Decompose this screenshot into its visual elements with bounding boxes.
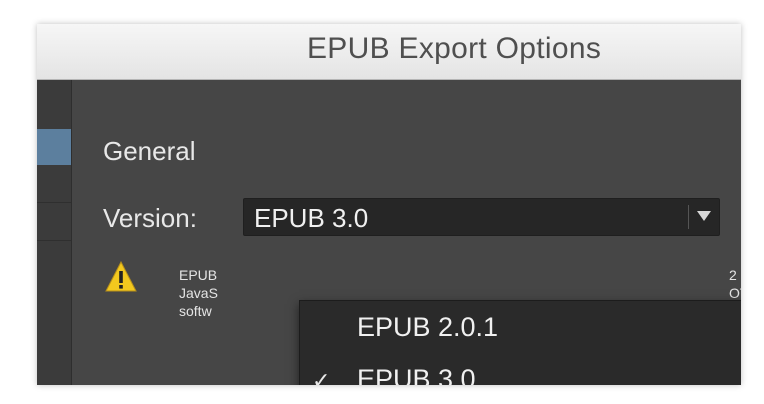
description-line: JavaS [179, 285, 218, 301]
menu-item-label: EPUB 2.0.1 [357, 312, 499, 342]
description-line: softw [179, 303, 212, 319]
version-select-value: EPUB 3.0 [254, 203, 369, 233]
category-sidebar [37, 80, 72, 385]
title-bar[interactable]: EPUB Export Options [37, 24, 741, 80]
menu-item-epub-3-0[interactable]: ✓ EPUB 3.0 [300, 357, 741, 385]
description-line: 2 [729, 267, 737, 283]
version-dropdown-menu: EPUB 2.0.1 ✓ EPUB 3.0 [299, 300, 741, 385]
sidebar-item-general[interactable] [37, 129, 71, 165]
checkmark-icon: ✓ [312, 368, 331, 385]
epub-export-options-dialog: EPUB Export Options General Version: EPU… [37, 24, 741, 385]
version-description-left: EPUB JavaS softw [179, 266, 249, 320]
warning-icon [105, 260, 137, 292]
description-line: EPUB [179, 267, 218, 283]
menu-item-epub-2-0-1[interactable]: EPUB 2.0.1 [300, 305, 741, 355]
version-select[interactable]: EPUB 3.0 [243, 198, 720, 236]
dialog-content: General Version: EPUB 3.0 EPUB JavaS sof… [37, 80, 741, 385]
sidebar-item[interactable] [37, 204, 71, 241]
version-label: Version: [103, 203, 197, 233]
menu-item-label: EPUB 3.0 [357, 364, 476, 385]
sidebar-item[interactable] [37, 168, 71, 203]
general-panel: General Version: EPUB 3.0 EPUB JavaS sof… [92, 80, 741, 385]
select-divider [688, 205, 689, 229]
screenshot-frame: EPUB Export Options General Version: EPU… [0, 0, 764, 404]
section-heading-general: General [103, 136, 196, 166]
chevron-down-icon[interactable] [697, 211, 711, 221]
window-title: EPUB Export Options [307, 32, 602, 65]
